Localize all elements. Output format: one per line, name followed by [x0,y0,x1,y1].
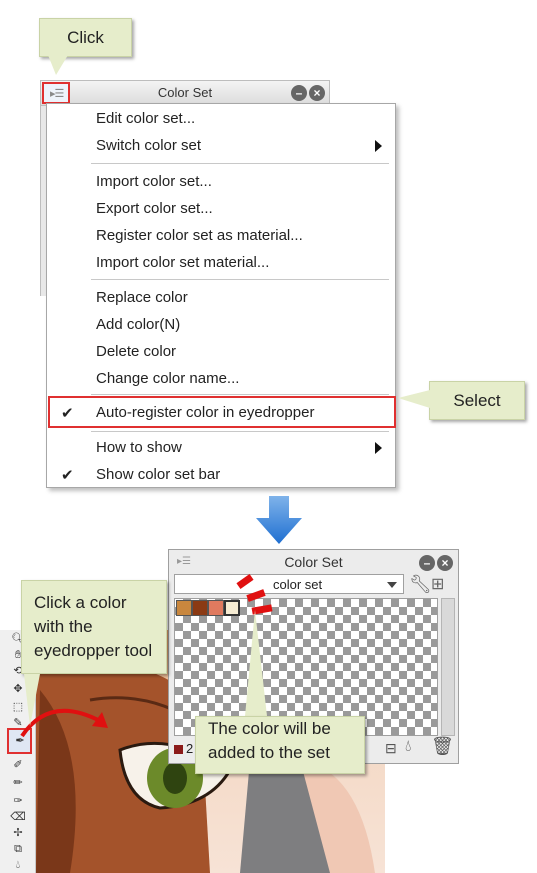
dropdown-value: color set [273,577,323,592]
checkmark-icon: ✔ [61,405,74,422]
chevron-down-icon [387,582,397,588]
callout-added: The color will be added to the set [195,716,365,774]
callout-eyedropper-line1: Click a color [34,593,127,612]
color-set-menu: Edit color set... Switch color set Impor… [46,103,396,488]
settings-icon[interactable]: 🔧︎ [409,574,432,595]
callout-click: Click [39,18,132,57]
close-icon[interactable]: × [309,85,325,101]
callout-click-tail [48,55,68,75]
color-count: 2 [186,741,194,756]
menu-item-replace-color[interactable]: Replace color [96,289,188,306]
menu-item-change-color-name[interactable]: Change color name... [96,370,239,387]
menu-separator [91,394,389,395]
eraser-tool-icon[interactable]: ⌫ [10,810,26,824]
menu-item-how-to-show[interactable]: How to show [96,439,182,456]
callout-added-line1: The color will be [208,719,331,738]
scrollbar[interactable] [441,598,455,736]
menu-item-import-material[interactable]: Import color set material... [96,254,269,271]
menu-item-register-as-material[interactable]: Register color set as material... [96,227,303,244]
callout-eyedropper-tail [24,674,40,726]
color-swatch-new[interactable] [224,600,240,616]
close-icon[interactable]: × [437,555,453,571]
submenu-arrow-icon [375,140,382,152]
panel-title: Color Set [157,85,213,100]
callout-select: Select [429,381,525,420]
fill-tool-icon[interactable]: ⧉ [10,842,26,856]
callout-eyedropper: Click a color with the eyedropper tool [21,580,167,674]
down-arrow-icon [256,496,302,544]
airbrush-tool-icon[interactable]: ✑ [10,794,26,808]
callout-added-tail [245,610,267,716]
add-color-icon[interactable]: 💧︎ [405,738,411,756]
callout-eyedropper-line2: with the [34,617,93,636]
menu-item-edit-color-set[interactable]: Edit color set... [96,110,195,127]
delete-color-icon[interactable]: 🗑︎ [431,736,454,757]
menu-item-add-color[interactable]: Add color(N) [96,316,180,333]
gradient-tool-icon[interactable]: 💧︎ [10,858,26,872]
menu-item-auto-register-eyedropper[interactable]: Auto-register color in eyedropper [96,404,314,421]
callout-select-tail [398,390,430,408]
color-swatch[interactable] [192,600,208,616]
callout-eyedropper-line3: eyedropper tool [34,641,153,660]
menu-separator [91,163,389,164]
menu-separator [91,431,389,432]
submenu-arrow-icon [375,442,382,454]
minimize-icon[interactable]: – [291,85,307,101]
menu-item-export-color-set[interactable]: Export color set... [96,200,213,217]
color-swatch[interactable] [208,600,224,616]
callout-select-text: Select [453,390,501,410]
checkmark-icon: ✔ [61,467,74,484]
minimize-icon[interactable]: – [419,555,435,571]
menu-separator [91,279,389,280]
brush-tool-icon[interactable]: ✏︎ [10,776,26,790]
callout-click-text: Click [67,27,104,47]
menu-item-show-color-set-bar[interactable]: Show color set bar [96,466,220,483]
menu-item-import-color-set[interactable]: Import color set... [96,173,212,190]
replace-color-icon[interactable]: ⊟ [385,740,397,757]
panel-title: Color Set [284,554,343,570]
blend-tool-icon[interactable]: ✢ [10,826,26,840]
current-color-swatch [174,745,183,754]
color-swatch[interactable] [176,600,192,616]
callout-added-line2: added to the set [208,743,330,762]
menu-item-delete-color[interactable]: Delete color [96,343,176,360]
material-icon[interactable]: ⊞ [431,574,444,594]
menu-item-switch-color-set[interactable]: Switch color set [96,137,201,154]
color-set-dropdown[interactable]: color set [174,574,404,594]
